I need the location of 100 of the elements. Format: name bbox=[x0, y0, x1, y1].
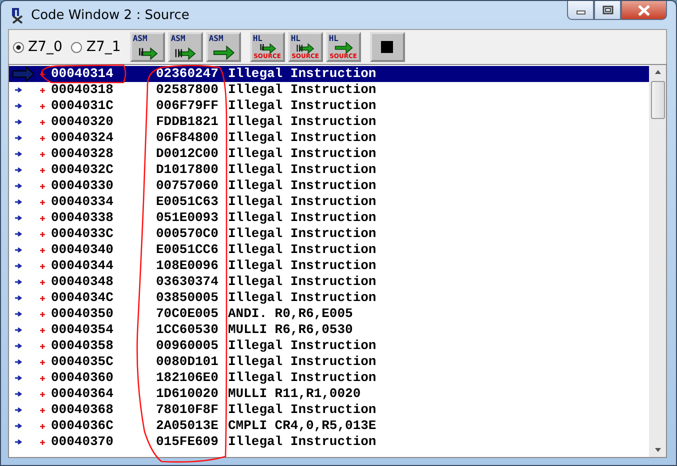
breakpoint-marker-icon bbox=[40, 424, 45, 428]
instruction-text: Illegal Instruction bbox=[228, 434, 376, 450]
opcode-text: 06F84800 bbox=[156, 130, 220, 146]
step-asm-button[interactable]: ASM bbox=[130, 32, 165, 62]
instruction-text: Illegal Instruction bbox=[228, 98, 376, 114]
scroll-up-icon bbox=[654, 69, 662, 75]
address-text: 00040330 bbox=[51, 178, 114, 194]
breakpoint-marker-icon bbox=[40, 72, 45, 76]
address-text: 00040368 bbox=[51, 402, 114, 418]
opcode-text: 00757060 bbox=[156, 178, 220, 194]
step-asm-button[interactable]: ASM bbox=[168, 32, 203, 62]
breakpoint-marker-icon bbox=[40, 152, 45, 156]
address-text: 0004031C bbox=[51, 98, 114, 114]
opcode-text: FDDB1821 bbox=[156, 114, 220, 130]
address-text: 00040338 bbox=[51, 210, 114, 226]
breakpoint-marker-icon bbox=[40, 296, 45, 300]
opcode-text: 0080D101 bbox=[156, 354, 220, 370]
opcode-text: 78010F8F bbox=[156, 402, 220, 418]
opcode-text: 2A05013E bbox=[156, 418, 220, 434]
breakpoint-marker-icon bbox=[40, 360, 45, 364]
instruction-text: Illegal Instruction bbox=[228, 290, 376, 306]
stop-button[interactable] bbox=[370, 32, 405, 62]
instruction-text: Illegal Instruction bbox=[228, 354, 376, 370]
vertical-scrollbar[interactable] bbox=[649, 65, 666, 457]
address-text: 0004033C bbox=[51, 226, 114, 242]
opcode-text: 1CC60530 bbox=[156, 322, 220, 338]
address-text: 00040334 bbox=[51, 194, 114, 210]
instruction-text: Illegal Instruction bbox=[228, 338, 376, 354]
minimize-button[interactable] bbox=[567, 1, 594, 20]
scroll-down-icon bbox=[654, 447, 662, 453]
address-text: 00040370 bbox=[51, 434, 114, 450]
breakpoint-marker-icon bbox=[40, 280, 45, 284]
address-text: 0004036C bbox=[51, 418, 114, 434]
address-text: 0004035C bbox=[51, 354, 114, 370]
address-text: 00040358 bbox=[51, 338, 114, 354]
opcode-text: 006F79FF bbox=[156, 98, 220, 114]
address-text: 00040354 bbox=[51, 322, 114, 338]
address-text: 00040318 bbox=[51, 82, 114, 98]
breakpoint-marker-icon bbox=[40, 200, 45, 204]
breakpoint-marker-icon bbox=[40, 312, 45, 316]
instruction-text: Illegal Instruction bbox=[228, 210, 376, 226]
instruction-text: Illegal Instruction bbox=[228, 258, 376, 274]
instruction-text: Illegal Instruction bbox=[228, 370, 376, 386]
scroll-thumb[interactable] bbox=[650, 81, 664, 119]
instruction-text: Illegal Instruction bbox=[228, 178, 376, 194]
instruction-text: Illegal Instruction bbox=[228, 82, 376, 98]
breakpoint-marker-icon bbox=[40, 216, 45, 220]
instruction-text: Illegal Instruction bbox=[228, 402, 376, 418]
opcode-text: 108E0096 bbox=[156, 258, 220, 274]
breakpoint-marker-icon bbox=[40, 344, 45, 348]
restore-icon bbox=[602, 5, 614, 15]
opcode-text: D0012C00 bbox=[156, 146, 220, 162]
breakpoint-marker-icon bbox=[40, 232, 45, 236]
address-text: 00040360 bbox=[51, 370, 114, 386]
breakpoint-marker-icon bbox=[40, 264, 45, 268]
opcode-text: 1D610020 bbox=[156, 386, 220, 402]
address-text: 00040344 bbox=[51, 258, 114, 274]
breakpoint-marker-icon bbox=[40, 248, 45, 252]
instruction-text: Illegal Instruction bbox=[228, 114, 376, 130]
address-text: 00040350 bbox=[51, 306, 114, 322]
restore-button[interactable] bbox=[594, 1, 621, 20]
breakpoint-marker-icon bbox=[40, 376, 45, 380]
breakpoint-marker-icon bbox=[40, 408, 45, 412]
address-text: 00040364 bbox=[51, 386, 114, 402]
breakpoint-marker-icon bbox=[40, 104, 45, 108]
opcode-text: 03850005 bbox=[156, 290, 220, 306]
instruction-text: Illegal Instruction bbox=[228, 146, 376, 162]
opcode-text: 03630374 bbox=[156, 274, 220, 290]
instruction-text: Illegal Instruction bbox=[228, 194, 376, 210]
instruction-text: MULLI R6,R6,0530 bbox=[228, 322, 353, 338]
opcode-text: 02360247 bbox=[156, 66, 220, 82]
address-text: 0004034C bbox=[51, 290, 114, 306]
address-text: 00040328 bbox=[51, 146, 114, 162]
window-title: Code Window 2 : Source bbox=[31, 8, 190, 22]
opcode-text: 00960005 bbox=[156, 338, 220, 354]
breakpoint-marker-icon bbox=[40, 136, 45, 140]
opcode-text: 182106E0 bbox=[156, 370, 220, 386]
opcode-text: 015FE609 bbox=[156, 434, 220, 450]
stop-icon bbox=[381, 41, 394, 53]
core-radio[interactable]: Z7_1 bbox=[71, 39, 121, 55]
breakpoint-marker-icon bbox=[40, 88, 45, 92]
instruction-text: Illegal Instruction bbox=[228, 66, 376, 82]
instruction-text: ANDI. R0,R6,E005 bbox=[228, 306, 353, 322]
core-radio[interactable]: Z7_0 bbox=[13, 39, 62, 55]
opcode-text: D1017800 bbox=[156, 162, 220, 178]
opcode-text: 051E0093 bbox=[156, 210, 220, 226]
breakpoint-marker-icon bbox=[40, 120, 45, 124]
step-asm-button[interactable]: ASM bbox=[206, 32, 241, 62]
instruction-text: Illegal Instruction bbox=[228, 130, 376, 146]
instruction-text: Illegal Instruction bbox=[228, 226, 376, 242]
opcode-text: 02587800 bbox=[156, 82, 220, 98]
instruction-text: CMPLI CR4,0,R5,013E bbox=[228, 418, 376, 434]
close-button[interactable] bbox=[621, 1, 667, 20]
instruction-text: MULLI R11,R1,0020 bbox=[228, 386, 361, 402]
address-text: 0004032C bbox=[51, 162, 114, 178]
app-icon bbox=[9, 6, 25, 24]
address-text: 00040324 bbox=[51, 130, 114, 146]
instruction-text: Illegal Instruction bbox=[228, 274, 376, 290]
instruction-text: Illegal Instruction bbox=[228, 162, 376, 178]
opcode-text: E0051C63 bbox=[156, 194, 220, 210]
